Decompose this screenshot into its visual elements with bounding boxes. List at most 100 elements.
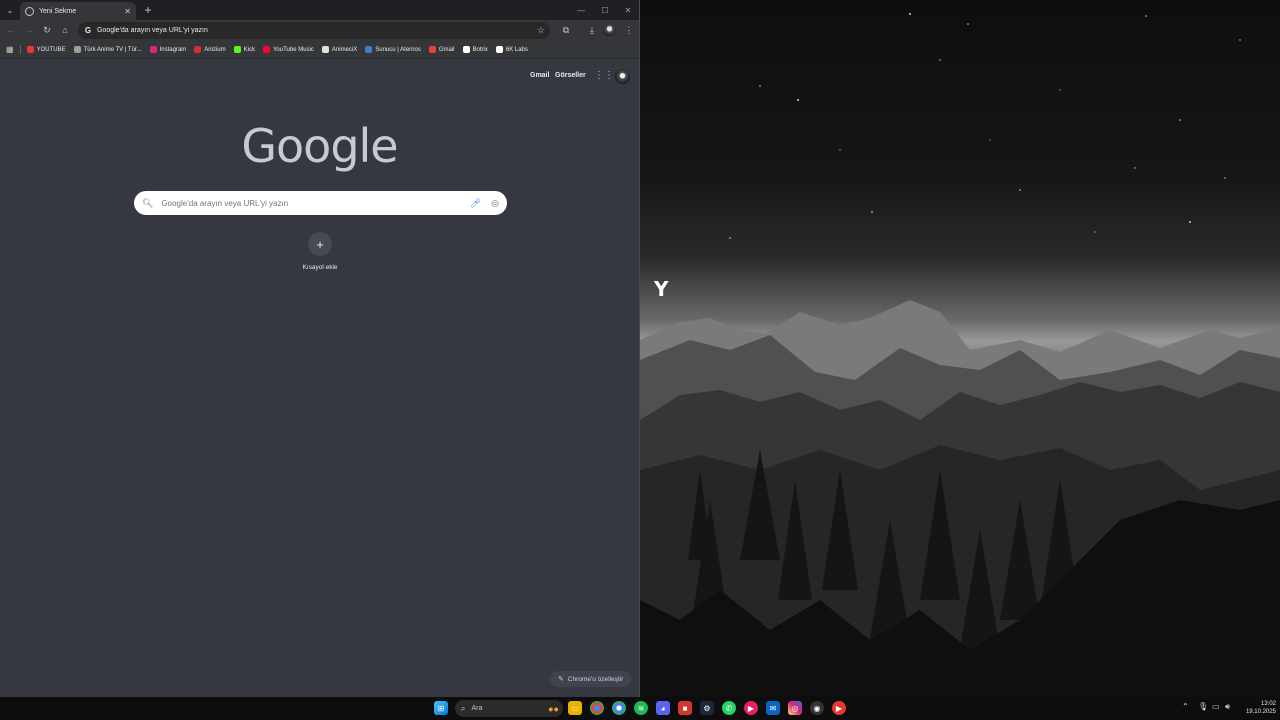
bookmark-item[interactable]: Anizium [194,46,226,53]
spotify-icon[interactable]: ≋ [634,701,648,715]
gmail-link[interactable]: Gmail [530,72,549,79]
youtube-music-icon[interactable]: ▶ [832,701,846,715]
bookmark-label: Anizium [204,46,226,53]
bookmark-list: YOUTUBE Türk Anime TV | Tür... Instagram An… [26,46,536,53]
pencil-icon: ✎ [558,676,564,683]
system-clock[interactable]: 13:02 19.10.2025 [1238,700,1276,716]
taskbar-search[interactable]: ⌕ Ara ●● [455,700,563,717]
desktop-wallpaper: Y [640,0,1280,697]
tab-title: Yeni Sekme [39,7,77,15]
bookmark-favicon-icon [149,46,157,53]
bookmark-item[interactable]: Sunucu | Aternos [365,46,421,53]
lens-icon[interactable]: ◎ [491,198,499,209]
reload-icon[interactable]: ↻ [40,23,54,37]
instagram-icon[interactable]: ◎ [788,701,802,715]
show-hidden-icons-icon[interactable]: ⌃ [1182,702,1189,711]
tab-strip: ⌄ Yeni Sekme ✕ + — ☐ ✕ [0,0,639,20]
new-tab-page: Gmail Görseller ⋮⋮⋮ Google 🔍︎ 🎤︎ ◎ + Kıs… [0,59,639,697]
tab-search-icon[interactable]: ⌄ [3,3,17,17]
wallpaper-mountains: Y [640,13,1280,697]
chrome-profile-icon[interactable] [612,701,626,715]
red-app-icon[interactable]: ■ [678,701,692,715]
bookmark-label: Türk Anime TV | Tür... [83,46,142,53]
bookmark-favicon-icon [365,46,373,53]
steam-icon[interactable]: ⚙ [700,701,714,715]
search-highlight-icon: ●● [548,703,559,714]
apps-grid-icon[interactable]: ▦ [6,45,14,54]
bookmark-item[interactable]: YOUTUBE [26,46,66,53]
bookmark-item[interactable]: Gmail [428,46,455,53]
bookmark-favicon-icon [262,46,270,53]
address-bar-text: Google'da arayın veya URL'yi yazın [97,27,208,34]
maximize-icon[interactable]: ☐ [594,0,616,20]
bookmark-favicon-icon [73,46,81,53]
bookmarks-bar: ▦ YOUTUBE Türk Anime TV | Tür... Instagram… [0,41,639,59]
taskbar: ⊞ ⌕ Ara ●● ▭ ≋ ◕ ■ ⚙ ✆ ▶ ✉ ◎ ◉ ▶ ⌃ 🎙︎ ▭ … [0,697,1280,720]
customize-chrome-button[interactable]: ✎ Chrome'u özelleştir [550,671,632,687]
bookmark-favicon-icon [26,46,34,53]
minimize-icon[interactable]: — [570,0,592,20]
clock-time: 13:02 [1260,701,1276,707]
outlook-icon[interactable]: ✉ [766,701,780,715]
bookmark-favicon-icon [428,46,436,53]
close-tab-icon[interactable]: ✕ [124,7,131,16]
volume-icon[interactable]: 🔊︎ [1225,702,1230,712]
close-window-icon[interactable]: ✕ [617,0,639,20]
microphone-icon[interactable]: 🎙︎ [1198,702,1208,711]
search-input[interactable] [161,198,464,208]
bookmark-item[interactable]: YouTube Music [262,46,314,53]
bookmark-label: YouTube Music [272,46,314,53]
bookmarks-separator [19,45,21,54]
search-box[interactable]: 🔍︎ 🎤︎ ◎ [134,191,507,215]
file-explorer-icon[interactable]: ▭ [568,701,582,715]
bookmark-item[interactable]: AnimeciX [321,46,358,53]
search-icon: 🔍︎ [142,197,154,208]
bookmark-favicon-icon [462,46,470,53]
bookmark-item[interactable]: 6K Labs [495,46,528,53]
start-windows-icon[interactable]: ⊞ [434,701,448,715]
bookmark-label: AnimeciX [331,46,358,53]
bookmark-label: 6K Labs [505,46,528,53]
home-icon[interactable]: ⌂ [58,23,72,37]
bookmark-item[interactable]: Türk Anime TV | Tür... [73,46,142,53]
bookmark-favicon-icon [233,46,241,53]
add-shortcut-label: Kısayol ekle [302,264,338,271]
add-shortcut-icon[interactable]: + [308,232,332,256]
bookmark-label: Kick [243,46,255,53]
forward-icon[interactable]: → [22,23,36,37]
bookmark-label: Instagram [159,46,187,53]
tab-new-tab[interactable]: Yeni Sekme ✕ [20,2,136,20]
bookmark-label: Sunucu | Aternos [375,46,421,53]
bookmark-favicon-icon [194,46,202,53]
profile-avatar-icon[interactable] [603,23,616,36]
bookmark-item[interactable]: Kick [233,46,255,53]
display-icon[interactable]: ▭ [1212,702,1220,711]
more-menu-icon[interactable]: ⋮ [622,23,636,37]
discord-icon[interactable]: ◕ [656,701,670,715]
taskbar-search-label: Ara [471,705,483,712]
globe-icon [25,6,34,16]
voice-search-icon[interactable]: 🎤︎ [470,198,481,209]
chrome-window: ⌄ Yeni Sekme ✕ + — ☐ ✕ ← → ↻ ⌂ G Google'… [0,0,640,697]
bookmark-label: Botrix [472,46,488,53]
google-logo: Google [241,119,398,173]
back-icon[interactable]: ← [4,23,18,37]
chrome-icon[interactable] [590,701,604,715]
whatsapp-icon[interactable]: ✆ [722,701,736,715]
account-avatar[interactable] [615,69,630,84]
add-shortcut[interactable]: + Kısayol ekle [300,232,340,271]
bookmark-star-icon[interactable]: ☆ [537,25,545,36]
bookmark-favicon-icon [495,46,503,53]
download-icon[interactable]: ⤓ [585,23,599,37]
images-link[interactable]: Görseller [555,72,586,79]
media-player-icon[interactable]: ▶ [744,701,758,715]
address-bar[interactable]: G Google'da arayın veya URL'yi yazın ☆ [78,22,550,39]
clock-date: 19.10.2025 [1245,709,1276,715]
customize-chrome-label: Chrome'u özelleştir [567,675,624,683]
bookmark-item[interactable]: Instagram [149,46,187,53]
new-tab-button[interactable]: + [141,2,155,18]
bookmark-item[interactable]: Botrix [462,46,488,53]
bookmark-label: YOUTUBE [36,46,66,53]
app-icon[interactable]: ◉ [810,701,824,715]
extensions-icon[interactable]: ⧉ [559,23,573,37]
